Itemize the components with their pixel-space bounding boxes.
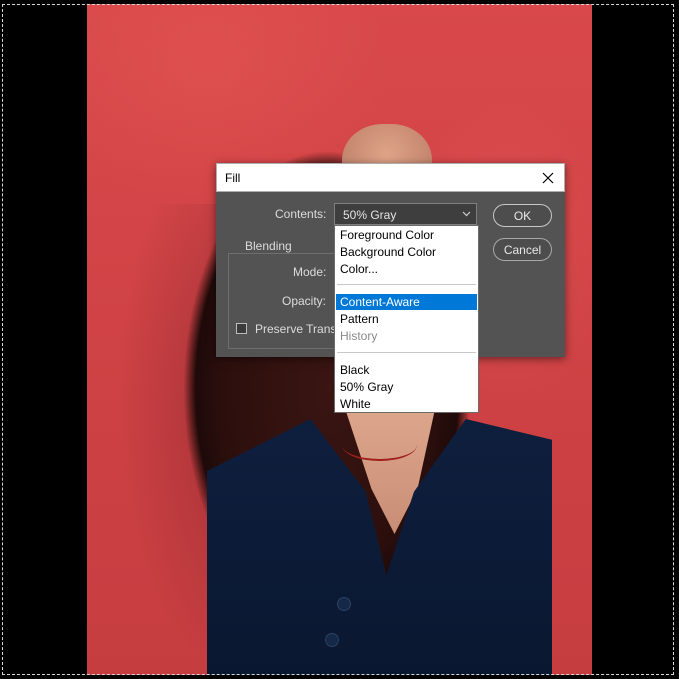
option-pattern[interactable]: Pattern xyxy=(336,311,477,327)
dialog-title: Fill xyxy=(225,171,241,185)
option-background-color[interactable]: Background Color xyxy=(336,244,477,260)
dialog-titlebar: Fill xyxy=(216,163,565,192)
contents-dropdown-list: Foreground Color Background Color Color.… xyxy=(334,225,479,413)
option-color[interactable]: Color... xyxy=(336,261,477,277)
contents-value: 50% Gray xyxy=(343,208,397,222)
close-icon xyxy=(542,172,554,184)
option-foreground-color[interactable]: Foreground Color xyxy=(336,227,477,243)
option-black[interactable]: Black xyxy=(336,362,477,378)
contents-label: Contents: xyxy=(275,207,327,221)
chevron-down-icon xyxy=(462,211,471,217)
cancel-button[interactable]: Cancel xyxy=(493,238,552,261)
preserve-transparency-checkbox[interactable] xyxy=(236,323,247,334)
option-50-gray[interactable]: 50% Gray xyxy=(336,379,477,395)
option-white[interactable]: White xyxy=(336,396,477,412)
menu-separator xyxy=(337,284,476,285)
preserve-transparency-label: Preserve Trans xyxy=(255,322,337,336)
option-content-aware[interactable]: Content-Aware xyxy=(336,294,477,310)
mode-label: Mode: xyxy=(293,265,327,279)
option-history: History xyxy=(340,329,378,343)
blending-legend: Blending xyxy=(242,239,295,253)
ok-button[interactable]: OK xyxy=(493,204,552,227)
contents-select[interactable]: 50% Gray xyxy=(334,203,477,225)
close-button[interactable] xyxy=(532,164,564,192)
opacity-label: Opacity: xyxy=(282,294,327,308)
menu-separator xyxy=(337,352,476,353)
